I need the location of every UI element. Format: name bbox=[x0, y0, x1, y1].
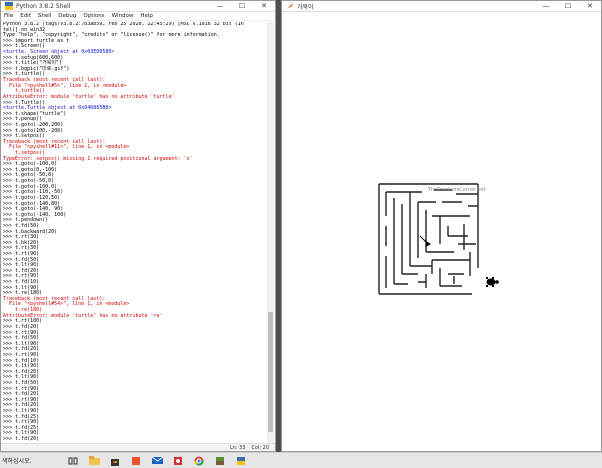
vertical-scrollbar[interactable] bbox=[267, 22, 274, 444]
maximize-button[interactable]: ☐ bbox=[557, 1, 579, 11]
turtle-icon bbox=[486, 277, 499, 287]
python-icon[interactable] bbox=[234, 455, 248, 467]
taskbar: 색하십시오. bbox=[0, 452, 602, 468]
shell-menu-bar: File Edit Shell Debug Options Window Hel… bbox=[1, 12, 275, 21]
store-icon[interactable] bbox=[108, 455, 122, 467]
menu-window[interactable]: Window bbox=[112, 13, 134, 19]
scrollbar-thumb[interactable] bbox=[268, 312, 273, 432]
turtle-window: 거북이 — ☐ ✕ TheTeachersCorner.net bbox=[281, 0, 602, 452]
tk-feather-icon bbox=[285, 2, 294, 11]
file-explorer-icon[interactable] bbox=[87, 455, 101, 467]
shell-title-bar[interactable]: Python 3.8.2 Shell — ☐ ✕ bbox=[1, 1, 275, 12]
minimize-button[interactable]: — bbox=[209, 1, 231, 11]
menu-shell[interactable]: Shell bbox=[38, 13, 51, 19]
turtle-canvas[interactable]: TheTeachersCorner.net bbox=[282, 12, 601, 451]
task-view-icon[interactable] bbox=[66, 455, 80, 467]
maze-image bbox=[378, 183, 479, 295]
menu-debug[interactable]: Debug bbox=[58, 13, 76, 19]
shell-title: Python 3.8.2 Shell bbox=[16, 2, 71, 10]
minimize-button[interactable]: — bbox=[535, 1, 557, 11]
turtle-cursor-icon bbox=[426, 241, 431, 247]
acrobat-icon[interactable] bbox=[171, 455, 185, 467]
python-shell-window: Python 3.8.2 Shell — ☐ ✕ File Edit Shell… bbox=[0, 0, 276, 452]
status-line: Ln: 33 bbox=[229, 444, 246, 451]
office-icon[interactable] bbox=[129, 455, 143, 467]
chrome-icon[interactable] bbox=[192, 455, 206, 467]
maximize-button[interactable]: ☐ bbox=[231, 1, 253, 11]
turtle-title: 거북이 bbox=[297, 3, 314, 11]
close-button[interactable]: ✕ bbox=[253, 1, 275, 11]
python-icon bbox=[4, 2, 13, 11]
status-col: Col: 20 bbox=[251, 444, 269, 451]
shell-output[interactable]: Python 3.8.2 (tags/v3.8.2:7b3ab59, Feb 2… bbox=[3, 22, 265, 444]
shell-status-bar: Ln: 33 Col: 20 bbox=[1, 443, 275, 451]
maze-watermark: TheTeachersCorner.net bbox=[427, 187, 485, 193]
shell-line: >>> t.fd(20) bbox=[3, 436, 40, 443]
menu-file[interactable]: File bbox=[4, 13, 13, 19]
menu-help[interactable]: Help bbox=[140, 13, 153, 19]
turtle-title-bar[interactable]: 거북이 — ☐ ✕ bbox=[282, 1, 601, 12]
menu-edit[interactable]: Edit bbox=[20, 13, 31, 19]
close-button[interactable]: ✕ bbox=[579, 1, 601, 11]
minecraft-icon[interactable] bbox=[213, 455, 227, 467]
menu-options[interactable]: Options bbox=[83, 13, 104, 19]
taskbar-search-text[interactable]: 색하십시오. bbox=[0, 456, 66, 465]
mail-icon[interactable] bbox=[150, 455, 164, 467]
